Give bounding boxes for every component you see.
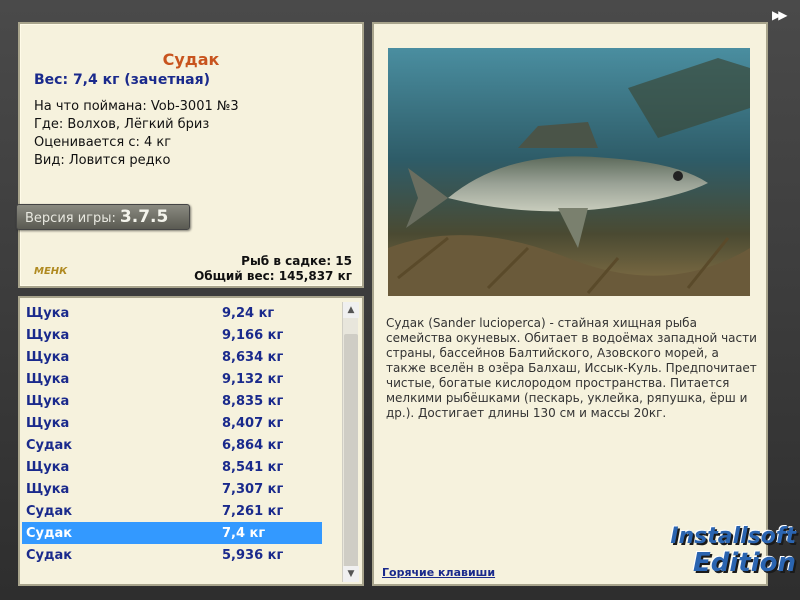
catch-fish-name: Щука <box>26 393 70 409</box>
keepnet-totals: Рыб в садке: 15 Общий вес: 145,837 кг <box>194 254 352 284</box>
catch-list-row[interactable]: Судак 7,4 кг <box>22 522 322 544</box>
catch-list-row[interactable]: Щука 8,541 кг <box>22 456 322 478</box>
zander-illustration <box>388 48 750 296</box>
catch-list-row[interactable]: Щука 9,166 кг <box>22 324 322 346</box>
version-badge: Версия игры: 3.7.5 <box>16 204 190 230</box>
catch-fish-name: Судак <box>26 437 73 453</box>
watermark-line1: Installsoft <box>670 524 796 549</box>
version-number: 3.7.5 <box>119 207 169 227</box>
scroll-thumb[interactable] <box>344 334 358 574</box>
fish-name: Судак <box>162 50 220 69</box>
catch-fish-weight: 7,307 кг <box>222 481 284 497</box>
fish-details: На что поймана: Vob-3001 №3 Где: Волхов,… <box>34 98 239 170</box>
fish-description: Судак (Sander lucioperca) - стайная хищн… <box>386 316 757 420</box>
fish-description-panel: Судак (Sander lucioperca) - стайная хищн… <box>372 22 768 586</box>
catch-fish-weight: 7,261 кг <box>222 503 284 519</box>
catch-list-row[interactable]: Судак 7,261 кг <box>22 500 322 522</box>
catch-fish-weight: 9,132 кг <box>222 371 284 387</box>
catch-fish-name: Щука <box>26 305 70 321</box>
catch-fish-weight: 8,634 кг <box>222 349 284 365</box>
catch-list-row[interactable]: Судак 6,864 кг <box>22 434 322 456</box>
version-label: Версия игры: <box>25 211 116 226</box>
catch-list-row[interactable]: Щука 9,132 кг <box>22 368 322 390</box>
rated-from-text: Оценивается с: 4 кг <box>34 135 172 150</box>
catch-fish-weight: 5,936 кг <box>222 547 284 563</box>
catch-list: Щука 9,24 кг Щука 9,166 кг Щука 8,634 кг Щука 9… <box>22 302 322 566</box>
catch-fish-weight: 8,835 кг <box>222 393 284 409</box>
catch-fish-name: Щука <box>26 327 70 343</box>
fish-weight: Вес: 7,4 кг (зачетная) <box>34 72 211 88</box>
fish-count: Рыб в садке: 15 <box>241 254 352 268</box>
kind-text: Вид: Ловится редко <box>34 153 171 168</box>
catch-list-panel: Щука 9,24 кг Щука 9,166 кг Щука 8,634 кг Щука 9… <box>18 296 364 586</box>
catch-list-row[interactable]: Судак 5,936 кг <box>22 544 322 566</box>
catch-fish-name: Щука <box>26 349 70 365</box>
scroll-up-icon[interactable]: ▲ <box>343 302 359 318</box>
catch-fish-weight: 6,864 кг <box>222 437 284 453</box>
catch-fish-name: Судак <box>26 547 73 563</box>
installsoft-watermark: Installsoft Edition <box>636 524 796 596</box>
hotkeys-link[interactable]: Горячие клавиши <box>382 566 495 579</box>
catch-list-row[interactable]: Щука 8,634 кг <box>22 346 322 368</box>
catch-fish-name: Щука <box>26 481 70 497</box>
caught-on-text: На что поймана: Vob-3001 №3 <box>34 99 239 114</box>
fish-photo <box>388 48 750 296</box>
catch-fish-weight: 8,541 кг <box>222 459 284 475</box>
fish-info-panel: Судак Вес: 7,4 кг (зачетная) На что пойм… <box>16 22 364 288</box>
location-text: Где: Волхов, Лёгкий бриз <box>34 117 210 132</box>
catch-fish-name: Судак <box>26 503 73 519</box>
total-weight: Общий вес: 145,837 кг <box>194 269 352 283</box>
list-scrollbar[interactable]: ▲ ▼ <box>342 302 359 582</box>
catch-fish-weight: 9,166 кг <box>222 327 284 343</box>
catch-list-row[interactable]: Щука 7,307 кг <box>22 478 322 500</box>
catch-fish-name: Щука <box>26 415 70 431</box>
catch-fish-name: Щука <box>26 371 70 387</box>
catch-fish-name: Щука <box>26 459 70 475</box>
catch-fish-weight: 9,24 кг <box>222 305 275 321</box>
catch-list-row[interactable]: Щука 8,407 кг <box>22 412 322 434</box>
catch-list-row[interactable]: Щука 9,24 кг <box>22 302 322 324</box>
scroll-down-icon[interactable]: ▼ <box>343 566 359 582</box>
catch-list-row[interactable]: Щука 8,835 кг <box>22 390 322 412</box>
mini-logo: МЕНК <box>34 266 68 277</box>
catch-fish-weight: 7,4 кг <box>222 525 266 541</box>
catch-fish-weight: 8,407 кг <box>222 415 284 431</box>
fast-forward-icon[interactable]: ▶▶ <box>772 8 794 22</box>
catch-fish-name: Судак <box>26 525 73 541</box>
watermark-line2: Edition <box>693 548 796 578</box>
